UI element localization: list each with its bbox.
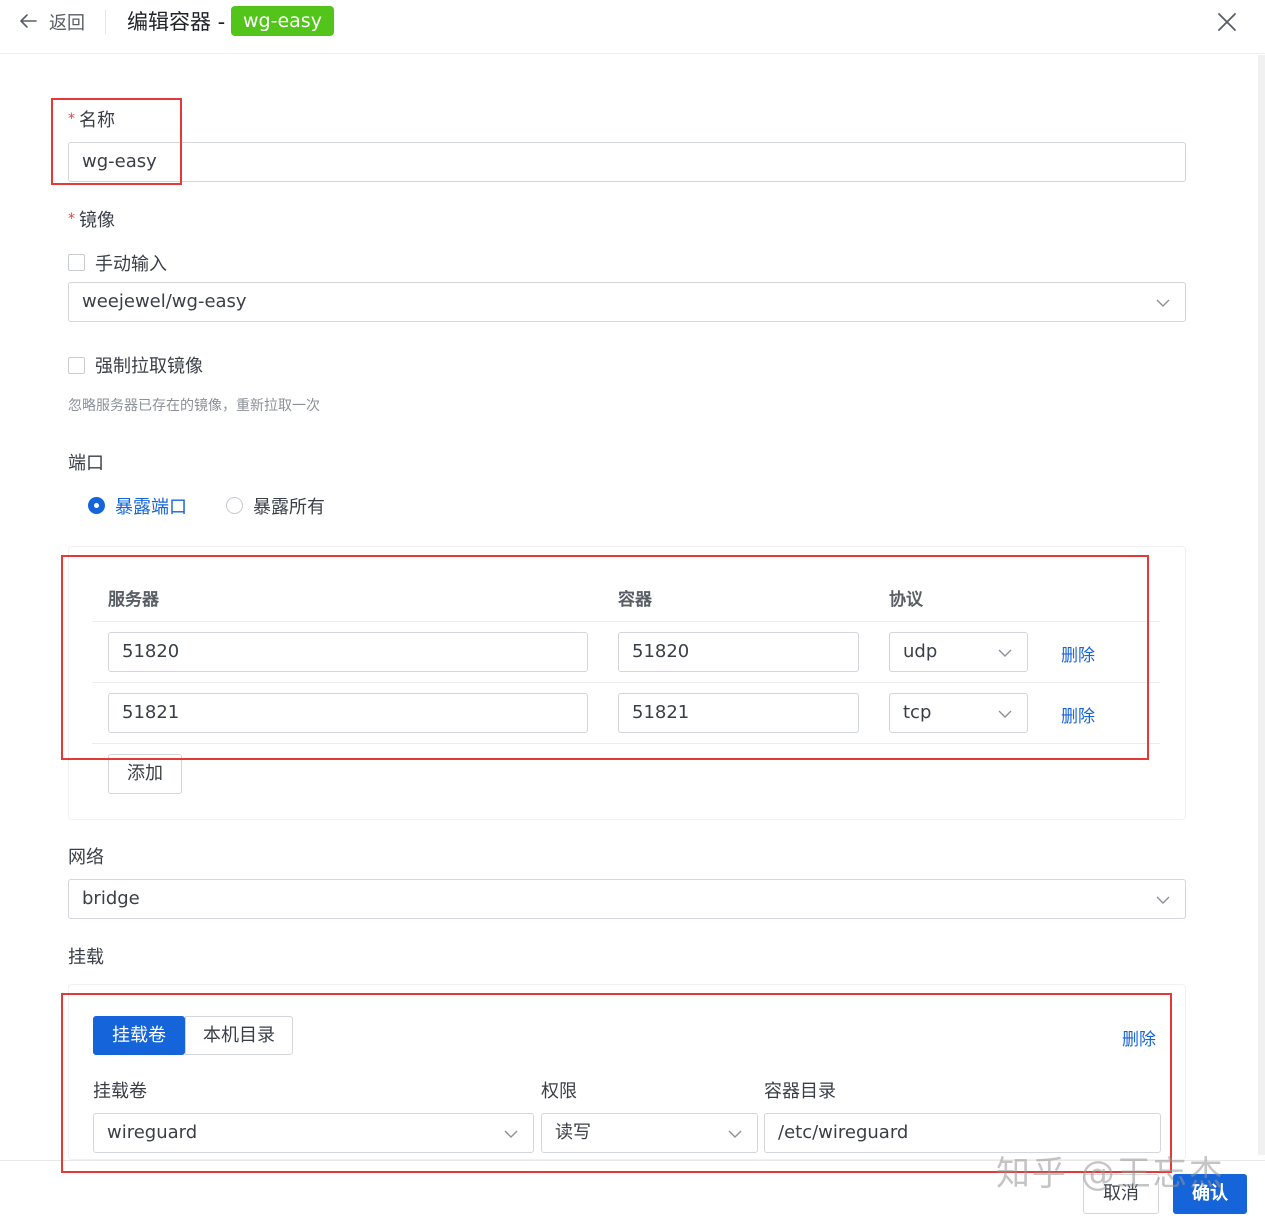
network-label: 网络 (68, 847, 104, 868)
close-icon[interactable] (1214, 9, 1240, 35)
required-mark: * (68, 211, 75, 227)
ports-label: 端口 (68, 453, 104, 474)
image-select-value: weejewel/wg-easy (82, 291, 247, 312)
network-select-value: bridge (82, 888, 140, 909)
image-label: * 镜像 (68, 210, 115, 231)
mounts-label: 挂载 (68, 947, 104, 968)
chevron-down-icon (1156, 299, 1170, 307)
force-pull-checkbox[interactable] (68, 357, 85, 374)
radio-expose-ports-label: 暴露端口 (115, 497, 187, 518)
radio-expose-all[interactable] (226, 497, 243, 514)
back-link[interactable]: 返回 (49, 9, 85, 35)
manual-input-label: 手动输入 (95, 254, 167, 275)
page-title: 编辑容器 - (127, 10, 226, 34)
radio-expose-all-label: 暴露所有 (253, 497, 325, 518)
watermark: 知乎 @王忘杰 (996, 1154, 1225, 1194)
force-pull-hint: 忽略服务器已存在的镜像，重新拉取一次 (68, 398, 320, 414)
header-divider (105, 10, 106, 34)
highlight-box-name (51, 98, 182, 185)
name-input[interactable]: wg-easy (68, 142, 1186, 182)
chevron-down-icon (1156, 896, 1170, 904)
container-name-tag: wg-easy (231, 6, 334, 36)
dialog-header: 返回 编辑容器 - wg-easy (0, 0, 1265, 54)
scrollbar[interactable] (1258, 55, 1265, 1155)
back-arrow-icon[interactable] (16, 9, 40, 33)
highlight-box-ports (61, 555, 1149, 760)
radio-expose-ports[interactable] (88, 497, 105, 514)
image-select[interactable]: weejewel/wg-easy (68, 282, 1186, 322)
network-select[interactable]: bridge (68, 879, 1186, 919)
add-port-button[interactable]: 添加 (108, 754, 182, 794)
force-pull-label: 强制拉取镜像 (95, 356, 203, 377)
manual-input-checkbox[interactable] (68, 254, 85, 271)
